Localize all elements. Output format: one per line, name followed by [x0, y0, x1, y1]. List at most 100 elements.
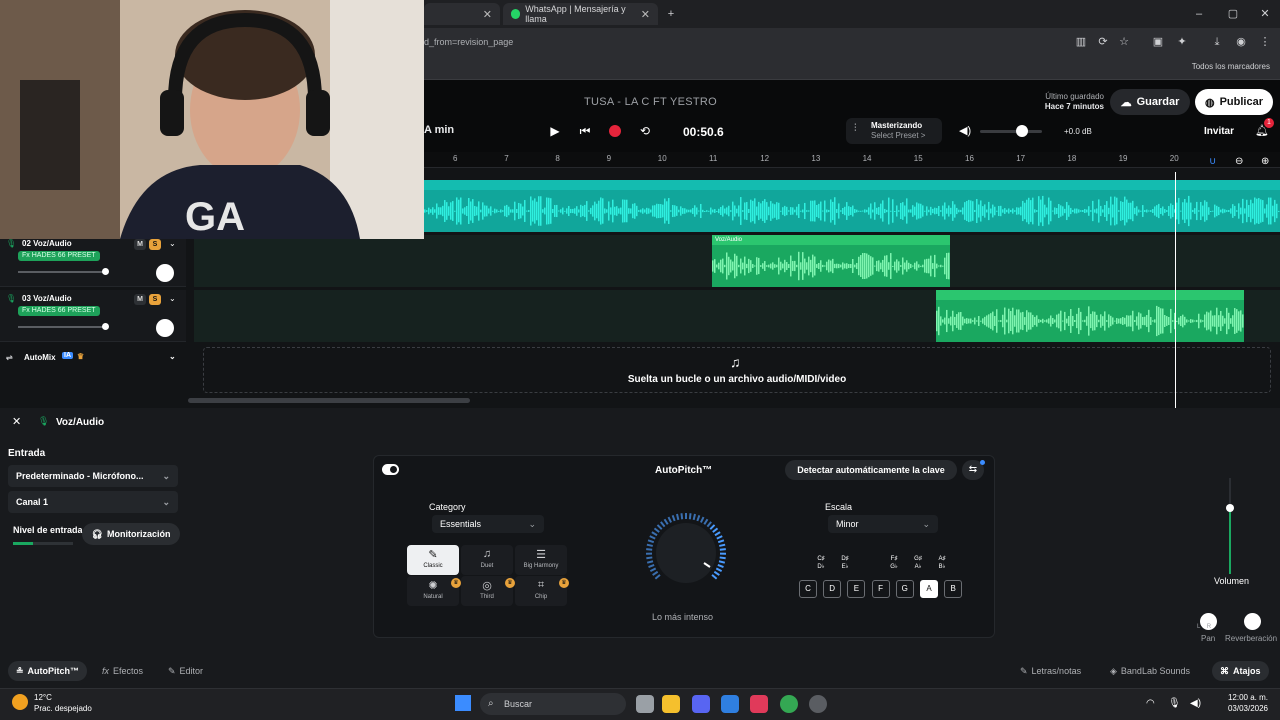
menu-icon[interactable]: ⋮	[1258, 35, 1272, 49]
app-icon[interactable]	[809, 695, 827, 713]
magnet-icon[interactable]: ∪	[1209, 156, 1216, 167]
accidental-key[interactable]: D♯ E♭	[835, 555, 855, 571]
mute-button[interactable]: M	[134, 239, 146, 250]
music-app-icon[interactable]	[750, 695, 768, 713]
intensity-knob[interactable]	[630, 505, 746, 597]
fx-preset-badge[interactable]: Fx HADES 66 PRESET	[18, 306, 100, 316]
loop-button[interactable]: ⟲	[634, 121, 656, 141]
bandlab-sounds-button[interactable]: ◈ BandLab Sounds	[1102, 661, 1198, 681]
zoom-out-icon[interactable]: ⊖	[1235, 156, 1243, 167]
extensions-icon[interactable]: ✦	[1175, 35, 1189, 49]
preset-duet[interactable]: ♫ Duet	[461, 545, 513, 575]
autopitch-toggle[interactable]	[382, 464, 399, 475]
close-tab-icon[interactable]: ✕	[641, 8, 650, 21]
all-bookmarks-link[interactable]: Todos los marcadores	[1192, 62, 1270, 71]
automix-row[interactable]: ⇌ AutoMix IA ♛ ⌄	[0, 348, 186, 368]
skip-back-button[interactable]: ⏮	[574, 121, 596, 141]
chevron-down-icon[interactable]: ⌄	[169, 352, 176, 361]
download-icon[interactable]: ⤓	[1210, 35, 1224, 49]
chrome-icon[interactable]	[780, 695, 798, 713]
screenshot-icon[interactable]: ▣	[1151, 35, 1165, 49]
volume-handle[interactable]	[1226, 504, 1234, 512]
accidental-key[interactable]: C♯ D♭	[811, 555, 831, 571]
solo-button[interactable]: S	[149, 239, 161, 250]
zoom-in-icon[interactable]: ⊕	[1261, 156, 1269, 167]
reader-icon[interactable]: ▥	[1074, 35, 1088, 49]
accidental-key[interactable]: A♯ B♭	[932, 555, 952, 571]
channel-select[interactable]: Canal 1 ⌄	[8, 491, 178, 513]
track-pan-knob[interactable]	[156, 264, 174, 282]
track-volume-fader[interactable]	[18, 271, 106, 273]
song-title[interactable]: TUSA - LA C FT YESTRO	[584, 96, 717, 108]
key-a[interactable]: A	[920, 580, 938, 598]
minimize-icon[interactable]: –	[1192, 7, 1206, 21]
key-f[interactable]: F	[871, 580, 890, 598]
track-volume-handle[interactable]	[102, 268, 109, 275]
key-e[interactable]: E	[847, 580, 866, 598]
preset-classic[interactable]: ✎ Classic	[407, 545, 459, 575]
tempo-label[interactable]: A min	[424, 124, 454, 136]
tab-editor[interactable]: ✎ Editor	[160, 661, 211, 681]
mic-icon[interactable]: 🎙︎	[1168, 698, 1181, 709]
track-header-02[interactable]: 🎙︎ 02 Voz/Audio Fx HADES 66 PRESET M S ⌄	[0, 235, 186, 287]
taskbar-search[interactable]: ⌕ Buscar	[480, 693, 626, 715]
track-volume-fader[interactable]	[18, 326, 106, 328]
speaker-icon[interactable]: ◀)	[1190, 698, 1201, 709]
key-c[interactable]: C	[799, 580, 817, 598]
master-volume-handle[interactable]	[1016, 125, 1028, 137]
track-name[interactable]: 02 Voz/Audio	[22, 239, 72, 248]
monitoring-button[interactable]: 🎧︎ Monitorización	[82, 523, 180, 545]
discord-icon[interactable]	[692, 695, 710, 713]
shortcuts-button[interactable]: ⌘ Atajos	[1212, 661, 1269, 681]
tab-autopitch[interactable]: ≗ AutoPitch™	[8, 661, 88, 681]
preset-big-harmony[interactable]: ☰ Big Harmony	[515, 545, 567, 575]
system-clock[interactable]: 12:00 a. m. 03/03/2026	[1228, 692, 1268, 714]
fx-preset-badge[interactable]: Fx HADES 66 PRESET	[18, 251, 100, 261]
master-volume-slider[interactable]	[980, 130, 1042, 133]
mastering-select[interactable]: ⫶ Masterizando Select Preset >	[846, 118, 942, 144]
input-device-select[interactable]: Predeterminado - Micrófono... ⌄	[8, 465, 178, 487]
track-name[interactable]: 03 Voz/Audio	[22, 294, 72, 303]
accidental-key[interactable]: G♯ A♭	[908, 555, 928, 571]
scale-select[interactable]: Minor ⌄	[828, 515, 938, 533]
close-tab-icon[interactable]: ✕	[483, 8, 492, 21]
browser-tab-bandlab[interactable]: ✕	[424, 3, 500, 25]
app-icon[interactable]	[721, 695, 739, 713]
audio-clip[interactable]	[936, 290, 1244, 342]
lyrics-button[interactable]: ✎ Letras/notas	[1012, 661, 1089, 681]
browser-tab-whatsapp[interactable]: WhatsApp | Mensajería y llama ✕	[503, 3, 658, 25]
accidental-key[interactable]: F♯ G♭	[884, 555, 904, 571]
publish-button[interactable]: ◍ Publicar	[1195, 89, 1273, 115]
track-pan-knob[interactable]	[156, 319, 174, 337]
invite-button[interactable]: Invitar	[1204, 126, 1234, 137]
tab-effects[interactable]: fx Efectos	[94, 661, 151, 681]
drop-zone[interactable]: ♫ Suelta un bucle o un archivo audio/MID…	[203, 347, 1271, 393]
speaker-icon[interactable]: ◀)	[959, 124, 971, 137]
wifi-icon[interactable]: ◠	[1146, 698, 1155, 709]
translate-icon[interactable]: ⟳	[1096, 35, 1110, 49]
windows-start-icon[interactable]	[455, 695, 471, 711]
maximize-icon[interactable]: ▢	[1226, 7, 1240, 21]
track-header-03[interactable]: 🎙︎ 03 Voz/Audio Fx HADES 66 PRESET M S ⌄	[0, 290, 186, 342]
reverb-knob[interactable]	[1244, 613, 1261, 630]
new-tab-icon[interactable]: +	[664, 7, 678, 21]
track-volume-handle[interactable]	[102, 323, 109, 330]
horizontal-scrollbar[interactable]	[188, 398, 470, 403]
solo-button[interactable]: S	[149, 294, 161, 305]
timeline-ruler[interactable]: 6 7 8 9 10 11 12 13 14 15 16 17 18 19 20	[424, 152, 1280, 168]
chevron-down-icon[interactable]: ⌄	[169, 239, 176, 248]
category-select[interactable]: Essentials ⌄	[432, 515, 544, 533]
chevron-down-icon[interactable]: ⌄	[169, 294, 176, 303]
detect-key-button[interactable]: Detectar automáticamente la clave	[785, 460, 957, 480]
file-explorer-icon[interactable]	[662, 695, 680, 713]
close-window-icon[interactable]: ✕	[1258, 7, 1272, 21]
playhead[interactable]	[1175, 172, 1176, 408]
record-button[interactable]	[604, 121, 626, 141]
url-text[interactable]: d_from=revision_page	[424, 37, 513, 47]
close-panel-icon[interactable]: ✕	[12, 415, 21, 428]
key-b[interactable]: B	[944, 580, 963, 598]
bookmark-star-icon[interactable]: ☆	[1117, 35, 1131, 49]
weather-widget[interactable]: 12°C Prac. despejado	[34, 692, 92, 714]
key-d[interactable]: D	[823, 580, 842, 598]
profile-icon[interactable]: ◉	[1234, 35, 1248, 49]
